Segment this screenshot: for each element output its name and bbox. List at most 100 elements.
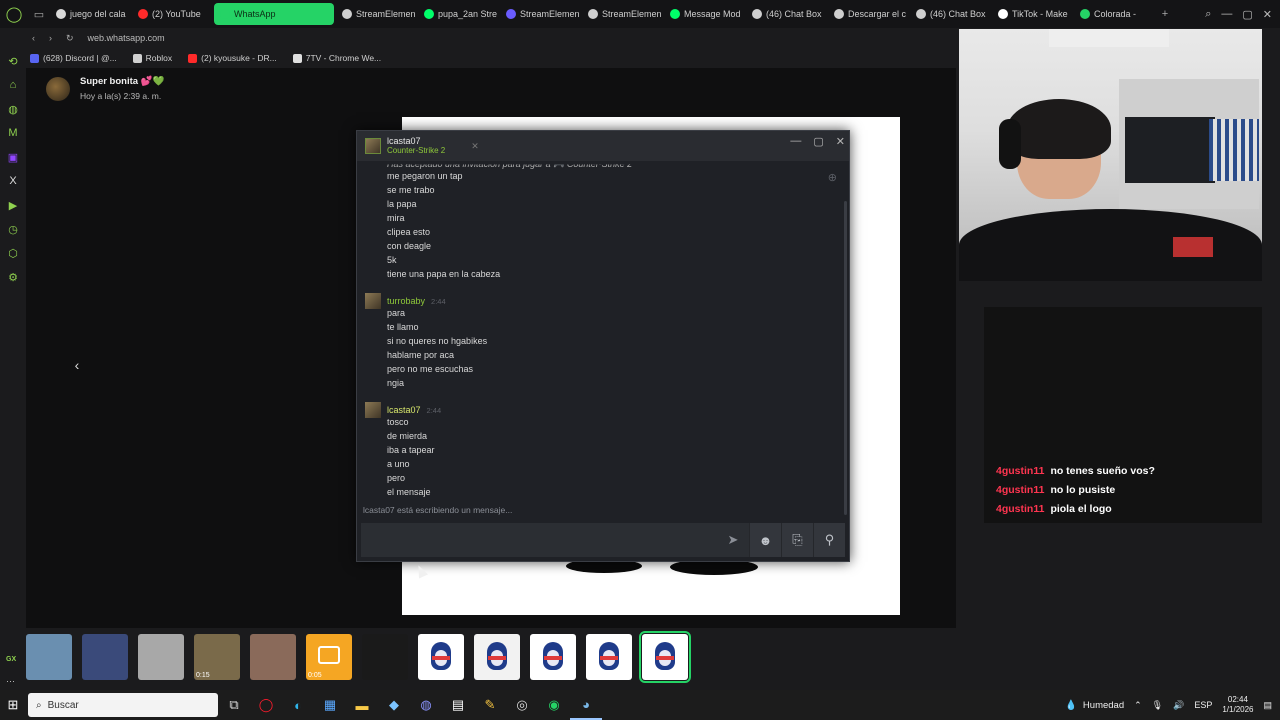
notification-icon[interactable]: ▤ bbox=[1263, 700, 1272, 711]
browser-tab[interactable]: TikTok - Make bbox=[992, 3, 1072, 25]
browser-tab[interactable]: StreamElemen bbox=[336, 3, 416, 25]
messenger-icon[interactable]: M bbox=[6, 126, 20, 140]
start-button[interactable]: ⊞ bbox=[0, 690, 26, 720]
gx-label: GX bbox=[6, 656, 17, 663]
browser-tab[interactable]: (46) Chat Box bbox=[746, 3, 826, 25]
attach-icon[interactable]: ⎘ bbox=[781, 523, 813, 557]
whatsapp-taskbar-icon[interactable]: ◉ bbox=[538, 690, 570, 720]
reload-icon[interactable]: ↻ bbox=[66, 33, 74, 44]
maximize-icon[interactable]: ▢ bbox=[1242, 8, 1252, 21]
status-thumbnail[interactable] bbox=[362, 634, 408, 680]
file-explorer-icon[interactable]: ▬ bbox=[346, 690, 378, 720]
twitch-icon[interactable]: ▣ bbox=[6, 150, 20, 164]
status-thumbnail[interactable] bbox=[586, 634, 632, 680]
epic-games-icon[interactable]: ▤ bbox=[442, 690, 474, 720]
microphone-icon[interactable]: 🎙 bbox=[1152, 700, 1163, 711]
copilot-icon[interactable]: ◆ bbox=[378, 690, 410, 720]
status-thumbnail[interactable] bbox=[26, 634, 72, 680]
pen-app-icon[interactable]: ✎ bbox=[474, 690, 506, 720]
chat-scrollbar[interactable] bbox=[844, 201, 847, 515]
cube-icon[interactable]: ⬡ bbox=[6, 246, 20, 260]
player-icon[interactable]: ▶ bbox=[6, 198, 20, 212]
browser-tab[interactable]: Colorada - bbox=[1074, 3, 1154, 25]
tab-menu-icon[interactable]: ▭ bbox=[28, 0, 50, 28]
steam-icon[interactable]: ◕ bbox=[570, 690, 602, 720]
message-sender[interactable]: lcasta07 2:44 bbox=[365, 402, 441, 418]
search-icon[interactable]: ⌕ bbox=[1205, 8, 1211, 21]
chevron-up-icon[interactable]: ⌃ bbox=[1134, 700, 1142, 711]
bookmark-item[interactable]: (2) kyousuke - DR... bbox=[188, 53, 277, 63]
opera-gx-logo-icon[interactable]: ◯ bbox=[0, 0, 28, 28]
x-icon[interactable]: X bbox=[6, 174, 20, 188]
bookmark-favicon-icon bbox=[30, 53, 39, 63]
status-thumbnail[interactable] bbox=[82, 634, 128, 680]
browser-tab[interactable]: StreamElemen bbox=[582, 3, 662, 25]
browser-tab[interactable]: juego del cala bbox=[50, 3, 130, 25]
browser-tab[interactable]: StreamElemen bbox=[500, 3, 580, 25]
browser-tab[interactable]: Descargar el c bbox=[828, 3, 908, 25]
minimize-icon[interactable]: — bbox=[790, 135, 801, 148]
taskbar-search[interactable]: ⌕ Buscar bbox=[28, 693, 218, 717]
settings-icon[interactable]: ⚙ bbox=[6, 270, 20, 284]
browser-tab[interactable]: WhatsApp bbox=[214, 3, 334, 25]
speaker-icon[interactable]: 🔊 bbox=[1173, 700, 1184, 711]
status-thumbnail[interactable] bbox=[418, 634, 464, 680]
forward-icon[interactable]: › bbox=[49, 33, 52, 43]
language-indicator[interactable]: ESP bbox=[1194, 700, 1212, 710]
task-view-icon[interactable]: ⧉ bbox=[218, 690, 250, 720]
bookmark-label: 7TV - Chrome We... bbox=[305, 53, 382, 63]
bookmark-item[interactable]: 7TV - Chrome We... bbox=[292, 53, 382, 63]
minimize-icon[interactable]: — bbox=[1221, 8, 1232, 21]
clock-icon[interactable]: ◷ bbox=[6, 222, 20, 236]
chat-contact-game: Counter-Strike 2 bbox=[387, 146, 446, 155]
more-icon[interactable]: ··· bbox=[6, 676, 15, 686]
close-icon[interactable]: ✕ bbox=[1263, 8, 1272, 21]
bookmark-item[interactable]: Roblox bbox=[132, 53, 172, 63]
browser-tab[interactable]: (2) YouTube bbox=[132, 3, 212, 25]
tab-favicon-icon bbox=[424, 9, 434, 19]
clock[interactable]: 02:44 1/1/2026 bbox=[1222, 695, 1253, 715]
send-icon[interactable]: ➤ bbox=[717, 523, 749, 557]
browser-tab[interactable]: (46) Chat Box bbox=[910, 3, 990, 25]
maximize-icon[interactable]: ▢ bbox=[813, 135, 823, 148]
steam-chat-tab[interactable]: lcasta07 Counter-Strike 2 ✕ — ▢ ✕ bbox=[357, 131, 849, 161]
url-field[interactable]: web.whatsapp.com bbox=[88, 33, 165, 43]
back-icon[interactable]: ‹ bbox=[32, 33, 35, 43]
browser-tab[interactable]: pupa_2an Stre bbox=[418, 3, 498, 25]
status-thumbnail[interactable] bbox=[639, 631, 691, 683]
history-icon[interactable]: ⟲ bbox=[6, 54, 20, 68]
chat-message-input[interactable] bbox=[361, 523, 717, 557]
status-thumbnail[interactable] bbox=[474, 634, 520, 680]
close-tab-icon[interactable]: ✕ bbox=[471, 141, 479, 152]
avatar[interactable] bbox=[46, 76, 70, 101]
obs-icon[interactable]: ◎ bbox=[506, 690, 538, 720]
whatsapp-icon[interactable]: ◍ bbox=[6, 102, 20, 116]
status-thumbnail[interactable] bbox=[138, 634, 184, 680]
tab-label: Descargar el c bbox=[848, 9, 907, 19]
chat-username: 4gustin11 bbox=[996, 465, 1045, 477]
bookmark-item[interactable]: (628) Discord | @... bbox=[30, 53, 117, 63]
close-icon[interactable]: ✕ bbox=[836, 135, 845, 148]
new-tab-button[interactable]: + bbox=[1154, 0, 1176, 28]
status-thumbnail[interactable]: 0:05 bbox=[306, 634, 352, 680]
system-tray: 💧 Humedad ⌃ 🎙 🔊 ESP 02:44 1/1/2026 ▤ bbox=[1065, 695, 1280, 715]
tab-label: pupa_2an Stre bbox=[438, 9, 498, 19]
address-bar: ‹ › ↻ web.whatsapp.com bbox=[26, 28, 956, 48]
status-thumbnail[interactable] bbox=[250, 634, 296, 680]
browser-tab[interactable]: Message Mod bbox=[664, 3, 744, 25]
emoticon-icon[interactable]: ☻ bbox=[749, 523, 781, 557]
opera-icon[interactable]: ◯ bbox=[250, 690, 282, 720]
shopping-icon[interactable]: ⌂ bbox=[6, 78, 20, 92]
calculator-icon[interactable]: ▦ bbox=[314, 690, 346, 720]
status-thumbnail[interactable] bbox=[530, 634, 576, 680]
discord-icon[interactable]: ◍ bbox=[410, 690, 442, 720]
status-thumbnail[interactable]: 0:15 bbox=[194, 634, 240, 680]
add-to-chat-icon[interactable]: ⊕ bbox=[828, 171, 837, 184]
message-sender[interactable]: turrobaby 2:44 bbox=[365, 293, 446, 309]
weather-widget[interactable]: 💧 Humedad bbox=[1065, 700, 1124, 711]
edge-icon[interactable]: ◐ bbox=[282, 690, 314, 720]
voice-icon[interactable]: ⚲ bbox=[813, 523, 845, 557]
bookmark-favicon-icon bbox=[188, 53, 198, 63]
previous-status-icon[interactable]: ‹ bbox=[68, 356, 86, 374]
tab-favicon-icon bbox=[342, 9, 352, 19]
